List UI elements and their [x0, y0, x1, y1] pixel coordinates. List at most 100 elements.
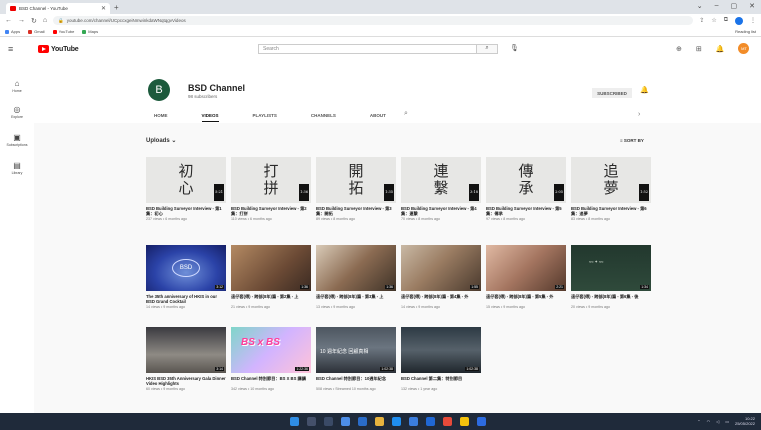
reading-list[interactable]: Reading list [735, 29, 756, 34]
video-card[interactable]: ≈≈ ✦ ≈≈ 1:34 這仔套(得) - 跨部(8年)篇 - 第6集 - 後 … [571, 245, 651, 310]
channel-avatar[interactable]: B [148, 79, 170, 101]
video-card[interactable]: 追 夢 1:52 BSD Building Surveyor Interview… [571, 157, 651, 222]
hamburger-menu-icon[interactable]: ≡ [8, 44, 13, 54]
windows-start-icon[interactable] [290, 417, 299, 426]
video-thumbnail[interactable]: BSD 3:12 [146, 245, 226, 291]
volume-icon[interactable]: ◁ [716, 419, 719, 424]
video-title[interactable]: BSD Building Surveyor Interview - 第2集：打拼 [231, 206, 311, 216]
bookmark-apps[interactable]: Apps [5, 29, 20, 34]
video-title[interactable]: BSD Channel 第二集：特別節目 [401, 376, 481, 386]
close-window-button[interactable]: ✕ [749, 2, 755, 10]
star-icon[interactable]: ☆ [711, 17, 716, 24]
video-thumbnail[interactable]: ≈≈ ✦ ≈≈ 1:34 [571, 245, 651, 291]
wifi-icon[interactable]: ◠ [707, 419, 711, 424]
browser-tab[interactable]: BSD Channel - YouTube ✕ [6, 3, 110, 14]
new-tab-button[interactable]: + [114, 3, 119, 12]
video-title[interactable]: 這仔套(得) - 跨部(8年)篇 - 第5集 - 外 [486, 294, 566, 304]
video-title[interactable]: 這仔套(得) - 跨部(8年)篇 - 第3集 - 上 [316, 294, 396, 304]
home-icon[interactable]: ⌂ [43, 17, 47, 24]
edge-icon[interactable] [392, 417, 401, 426]
channel-search-icon[interactable]: ⌕ [404, 110, 408, 118]
video-title[interactable]: BSD Channel 特別節目：10週年紀念 [316, 376, 396, 386]
tab-videos[interactable]: VIDEOS [201, 113, 219, 122]
chevron-right-icon[interactable]: › [638, 111, 640, 118]
video-card[interactable]: 1:36 這仔套(得) - 跨部(8年)篇 - 第3集 - 上 13 views… [316, 245, 396, 310]
video-thumbnail[interactable]: 連 繫 3:18 [401, 157, 481, 203]
video-thumbnail[interactable]: 1:55 [401, 245, 481, 291]
widgets-icon[interactable] [341, 417, 350, 426]
url-field[interactable]: 🔒 youtube.com/channel/UCpccxgeiNmwinkdaW… [53, 16, 694, 25]
video-thumbnail[interactable]: 1:36 [231, 245, 311, 291]
sidebar-item-explore[interactable]: ◎ Explore [0, 105, 34, 119]
video-card[interactable]: 開 拓 1:35 BSD Building Surveyor Interview… [316, 157, 396, 222]
close-tab-icon[interactable]: ✕ [101, 5, 106, 12]
video-thumbnail[interactable]: 3:14 [146, 327, 226, 373]
video-card[interactable]: 1:02:38 BSD Channel 第二集：特別節目 132 views •… [401, 327, 481, 392]
video-thumbnail[interactable]: 初 心 5:21 [146, 157, 226, 203]
mail-icon[interactable] [426, 417, 435, 426]
sidebar-item-home[interactable]: ⌂ Home [0, 79, 34, 93]
back-arrow-icon[interactable]: ← [5, 17, 12, 24]
video-card[interactable]: 初 心 5:21 BSD Building Surveyor Interview… [146, 157, 226, 222]
apps-grid-icon[interactable]: ⊞ [696, 45, 702, 53]
minimize-button[interactable]: – [715, 2, 719, 10]
maximize-button[interactable]: ▢ [731, 2, 738, 10]
subscribe-button[interactable]: SUBSCRIBED [592, 88, 632, 98]
search-button[interactable]: ⌕ [476, 44, 498, 54]
video-thumbnail[interactable]: 打 拼 1:36 [231, 157, 311, 203]
create-video-icon[interactable]: ⊕ [676, 45, 682, 53]
video-title[interactable]: BSD Building Surveyor Interview - 第3集：開拓 [316, 206, 396, 216]
battery-icon[interactable]: ▭ [725, 419, 729, 424]
bell-icon[interactable]: 🔔 [640, 86, 649, 94]
video-thumbnail[interactable]: 10 週年紀念 回顧真相 1:02:38 [316, 327, 396, 373]
sidebar-item-subscriptions[interactable]: ▣ Subscriptions [0, 133, 34, 147]
sort-by-button[interactable]: ≡ SORT BY [620, 138, 644, 143]
video-thumbnail[interactable]: 開 拓 1:35 [316, 157, 396, 203]
share-icon[interactable]: ⇪ [699, 17, 704, 24]
video-card[interactable]: 10 週年紀念 回顧真相 1:02:38 BSD Channel 特別節目：10… [316, 327, 396, 392]
video-title[interactable]: The 35th anniversary of HKIS in our BSD … [146, 294, 226, 304]
video-title[interactable]: HKIS BSD 35th Anniversary Gala Dinner Vi… [146, 376, 226, 386]
video-thumbnail[interactable]: 追 夢 1:52 [571, 157, 651, 203]
chevron-up-icon[interactable]: ⌃ [697, 419, 700, 424]
video-card[interactable]: 2:21 這仔套(得) - 跨部(8年)篇 - 第5集 - 外 15 views… [486, 245, 566, 310]
tab-home[interactable]: HOME [154, 113, 168, 122]
uploads-dropdown[interactable]: Uploads ⌄ [146, 137, 176, 144]
video-title[interactable]: BSD Building Surveyor Interview - 第5集：傳承 [486, 206, 566, 216]
user-avatar[interactable]: MT [738, 43, 750, 54]
video-title[interactable]: BSD Building Surveyor Interview - 第4集：連繫 [401, 206, 481, 216]
office-icon[interactable] [443, 417, 452, 426]
video-thumbnail[interactable]: 1:02:38 [401, 327, 481, 373]
reload-icon[interactable]: ↻ [31, 17, 37, 25]
video-thumbnail[interactable]: 1:36 [316, 245, 396, 291]
word-icon[interactable] [477, 417, 486, 426]
bookmark-youtube[interactable]: YouTube [52, 29, 74, 34]
video-card[interactable]: BSD 3:12 The 35th anniversary of HKIS in… [146, 245, 226, 310]
chrome-icon[interactable] [460, 417, 469, 426]
tab-playlists[interactable]: PLAYLISTS [253, 113, 277, 122]
menu-dots-icon[interactable]: ⋮ [750, 17, 756, 24]
tab-about[interactable]: ABOUT [370, 113, 386, 122]
video-title[interactable]: BSD Channel 特別節目：BS X BS 講講 [231, 376, 311, 386]
clock[interactable]: 10:22 25/05/2022 [735, 416, 755, 426]
video-title[interactable]: 這仔套(得) - 跨部(8年)篇 - 第4集 - 外 [401, 294, 481, 304]
video-title[interactable]: BSD Building Surveyor Interview - 第1集：初心 [146, 206, 226, 216]
video-thumbnail[interactable]: BS x BS 1:22:36 [231, 327, 311, 373]
video-card[interactable]: 傳 承 2:05 BSD Building Surveyor Interview… [486, 157, 566, 222]
forward-arrow-icon[interactable]: → [18, 17, 25, 24]
bookmark-maps[interactable]: Maps [82, 29, 98, 34]
tab-channels[interactable]: CHANNELS [311, 113, 336, 122]
video-card[interactable]: 3:14 HKIS BSD 35th Anniversary Gala Dinn… [146, 327, 226, 392]
microphone-icon[interactable]: 🎙 [510, 44, 519, 52]
sidebar-item-library[interactable]: ▤ Library [0, 161, 34, 175]
file-explorer-icon[interactable] [375, 417, 384, 426]
video-title[interactable]: BSD Building Surveyor Interview - 第6集：追夢 [571, 206, 651, 216]
youtube-logo[interactable]: YouTube [38, 45, 79, 53]
teams-icon[interactable] [358, 417, 367, 426]
bookmark-gmail[interactable]: Gmail [28, 29, 45, 34]
video-thumbnail[interactable]: 傳 承 2:05 [486, 157, 566, 203]
video-title[interactable]: 這仔套(得) - 跨部(8年)篇 - 第6集 - 後 [571, 294, 651, 304]
task-view-icon[interactable] [324, 417, 333, 426]
extensions-icon[interactable]: ⧉ [724, 17, 728, 24]
profile-icon[interactable] [735, 16, 743, 25]
